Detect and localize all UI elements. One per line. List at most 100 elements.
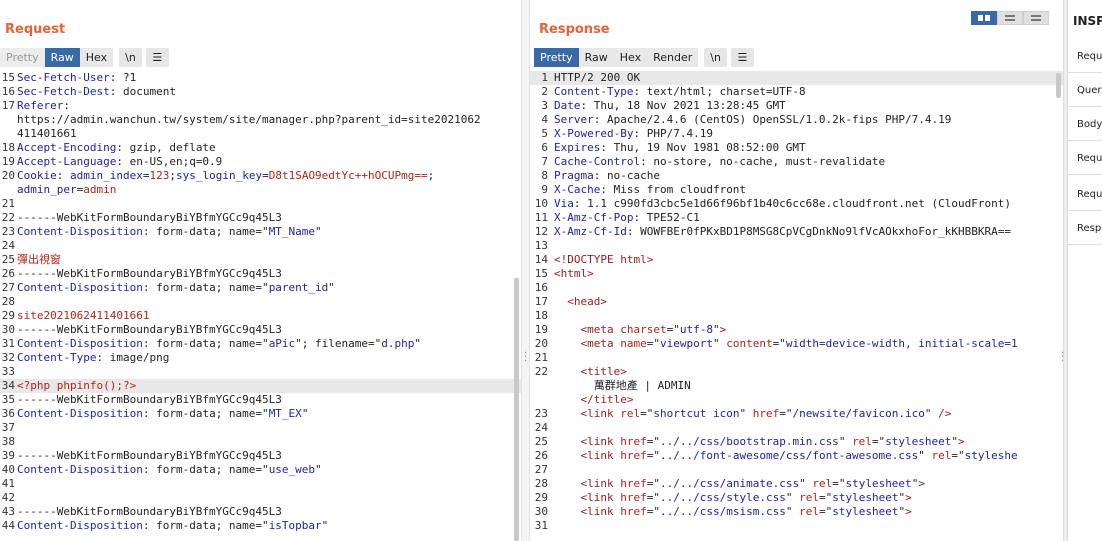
inspector-body-parameters[interactable]: Body parameters	[1068, 108, 1102, 141]
line-content	[17, 197, 521, 211]
line-content: Expires: Thu, 19 Nov 1981 08:52:00 GMT	[554, 141, 1063, 155]
layout-stacked-button[interactable]	[997, 11, 1023, 25]
line-number: 26	[1, 267, 15, 280]
line-content: Server: Apache/2.4.6 (CentOS) OpenSSL/1.…	[554, 113, 1063, 127]
response-tab-raw[interactable]: Raw	[578, 48, 614, 67]
code-token: 彈出視窗	[17, 253, 61, 266]
line-number: 37	[1, 421, 15, 434]
code-line: 24	[530, 421, 1063, 435]
request-menu-button[interactable]: ☰	[145, 48, 169, 67]
code-token: <head>	[567, 295, 607, 308]
response-tab-render[interactable]: Render	[647, 48, 699, 67]
response-tab-hex[interactable]: Hex	[613, 48, 648, 67]
code-token: Referer	[17, 99, 64, 112]
code-token: Accept-Language	[17, 155, 117, 168]
layout-single-button[interactable]	[1023, 11, 1049, 25]
inspector-request-cookies[interactable]: Request cookies	[1068, 142, 1102, 175]
line-number: 18	[534, 309, 548, 322]
panel-splitter[interactable]: · · ·	[521, 0, 530, 541]
line-number	[0, 113, 17, 127]
line-number	[0, 183, 17, 197]
code-token: ------WebKitFormBoundaryBiYBfmYGCc9q45L3	[17, 449, 282, 462]
code-line: 21	[530, 351, 1063, 365]
line-number: 6	[541, 141, 548, 154]
request-editor[interactable]: 15 Sec-Fetch-User: ?1 16 Sec-Fetch-Dest: do…	[0, 71, 521, 541]
layout-side-by-side-button[interactable]	[971, 11, 997, 25]
inspector-request-headers[interactable]: Request headers	[1068, 178, 1102, 211]
code-line: 35 ------WebKitFormBoundaryBiYBfmYGCc9q45…	[0, 393, 521, 407]
code-token: Via	[554, 197, 574, 210]
code-token: rel	[799, 505, 819, 518]
inspector-query-parameters[interactable]: Query parameters	[1068, 74, 1102, 107]
request-tab-hex[interactable]: Hex	[79, 48, 114, 67]
code-line: 32 Content-Type: image/png	[0, 351, 521, 365]
line-content	[554, 239, 1063, 253]
line-content: 萬群地產 | ADMIN	[554, 379, 1063, 393]
request-newline-toggle[interactable]: \n	[119, 48, 142, 67]
code-token: Content-Type	[17, 351, 97, 364]
request-tab-pretty[interactable]: Pretty	[0, 48, 45, 67]
line-number: 15	[534, 267, 548, 280]
code-token: ="	[646, 435, 660, 448]
code-line: 萬群地產 | ADMIN	[530, 379, 1063, 393]
line-number: 38	[1, 435, 15, 448]
code-token: sys_login_key	[175, 169, 263, 182]
code-token: <link	[580, 449, 621, 462]
code-line: 15 Sec-Fetch-User: ?1	[0, 71, 521, 85]
code-token: shortcut icon	[653, 407, 740, 420]
code-token: : gzip, deflate	[116, 141, 216, 154]
line-content: ------WebKitFormBoundaryBiYBfmYGCc9q45L3	[17, 393, 521, 407]
code-line: 19 Accept-Language: en-US,en;q=0.9	[0, 155, 521, 169]
request-tab-raw[interactable]: Raw	[44, 48, 80, 67]
line-number: 19	[1, 155, 15, 168]
code-token: viewport	[660, 337, 713, 350]
code-token: Pragma	[554, 169, 594, 182]
line-number: 33	[1, 365, 15, 378]
code-token: "	[712, 337, 727, 350]
inspector-request-attributes[interactable]: Request attributes	[1068, 40, 1102, 73]
response-scrollbar[interactable]	[1056, 73, 1061, 98]
code-token: MT_EX	[268, 407, 302, 420]
code-token: <html>	[554, 267, 594, 280]
inspector-response-headers[interactable]: Response headers	[1068, 212, 1102, 245]
line-number: 28	[1, 295, 15, 308]
line-content: Content-Disposition: form-data; name="MT…	[17, 225, 521, 239]
code-line: admin_per=admin	[0, 183, 521, 197]
code-token: : Thu, 19 Nov 1981 08:52:00 GMT	[600, 141, 806, 154]
line-content: site2021062411401661	[17, 309, 521, 323]
code-line: 20 Cookie: admin_index=123;sys_login_key=…	[0, 169, 521, 183]
line-number: 23	[534, 407, 548, 420]
code-token: href	[620, 491, 647, 504]
response-tab-pretty[interactable]: Pretty	[534, 48, 579, 67]
line-content: Cache-Control: no-store, no-cache, must-…	[554, 155, 1063, 169]
code-token: ="	[646, 477, 660, 490]
request-scrollbar[interactable]	[514, 278, 519, 541]
line-number: 21	[1, 197, 15, 210]
line-content	[17, 421, 521, 435]
code-token: Content-Disposition	[17, 225, 143, 238]
code-token: ="	[646, 491, 660, 504]
code-line: 22 <title>	[530, 365, 1063, 379]
code-line: 43 ------WebKitFormBoundaryBiYBfmYGCc9q45…	[0, 505, 521, 519]
response-editor[interactable]: 1 HTTP/2 200 OK 2 Content-Type: text/html; …	[530, 71, 1063, 541]
code-token: site2021062411401661	[17, 309, 150, 322]
code-token: width=device-width, initial-scale=1	[785, 337, 1018, 350]
response-menu-button[interactable]: ☰	[730, 48, 754, 67]
code-line: 2 Content-Type: text/html; charset=UTF-8	[530, 85, 1063, 99]
code-token: Cache-Control	[554, 155, 641, 168]
line-number	[530, 379, 554, 393]
line-number: 31	[1, 337, 15, 350]
line-number: 24	[534, 421, 548, 434]
code-token: Accept-Encoding	[17, 141, 117, 154]
response-newline-toggle[interactable]: \n	[704, 48, 727, 67]
line-content: 彈出視窗	[17, 253, 521, 267]
splitter-grip-icon: · · ·	[524, 348, 528, 367]
code-token: 411401661	[17, 127, 77, 140]
code-token: https://admin.wanchun.tw/system/site/man…	[17, 113, 481, 126]
line-number: 29	[1, 309, 15, 322]
line-number: 41	[1, 477, 15, 490]
line-content	[17, 477, 521, 491]
code-token: admin	[83, 183, 117, 196]
code-token: : form-data; name="	[142, 281, 269, 294]
